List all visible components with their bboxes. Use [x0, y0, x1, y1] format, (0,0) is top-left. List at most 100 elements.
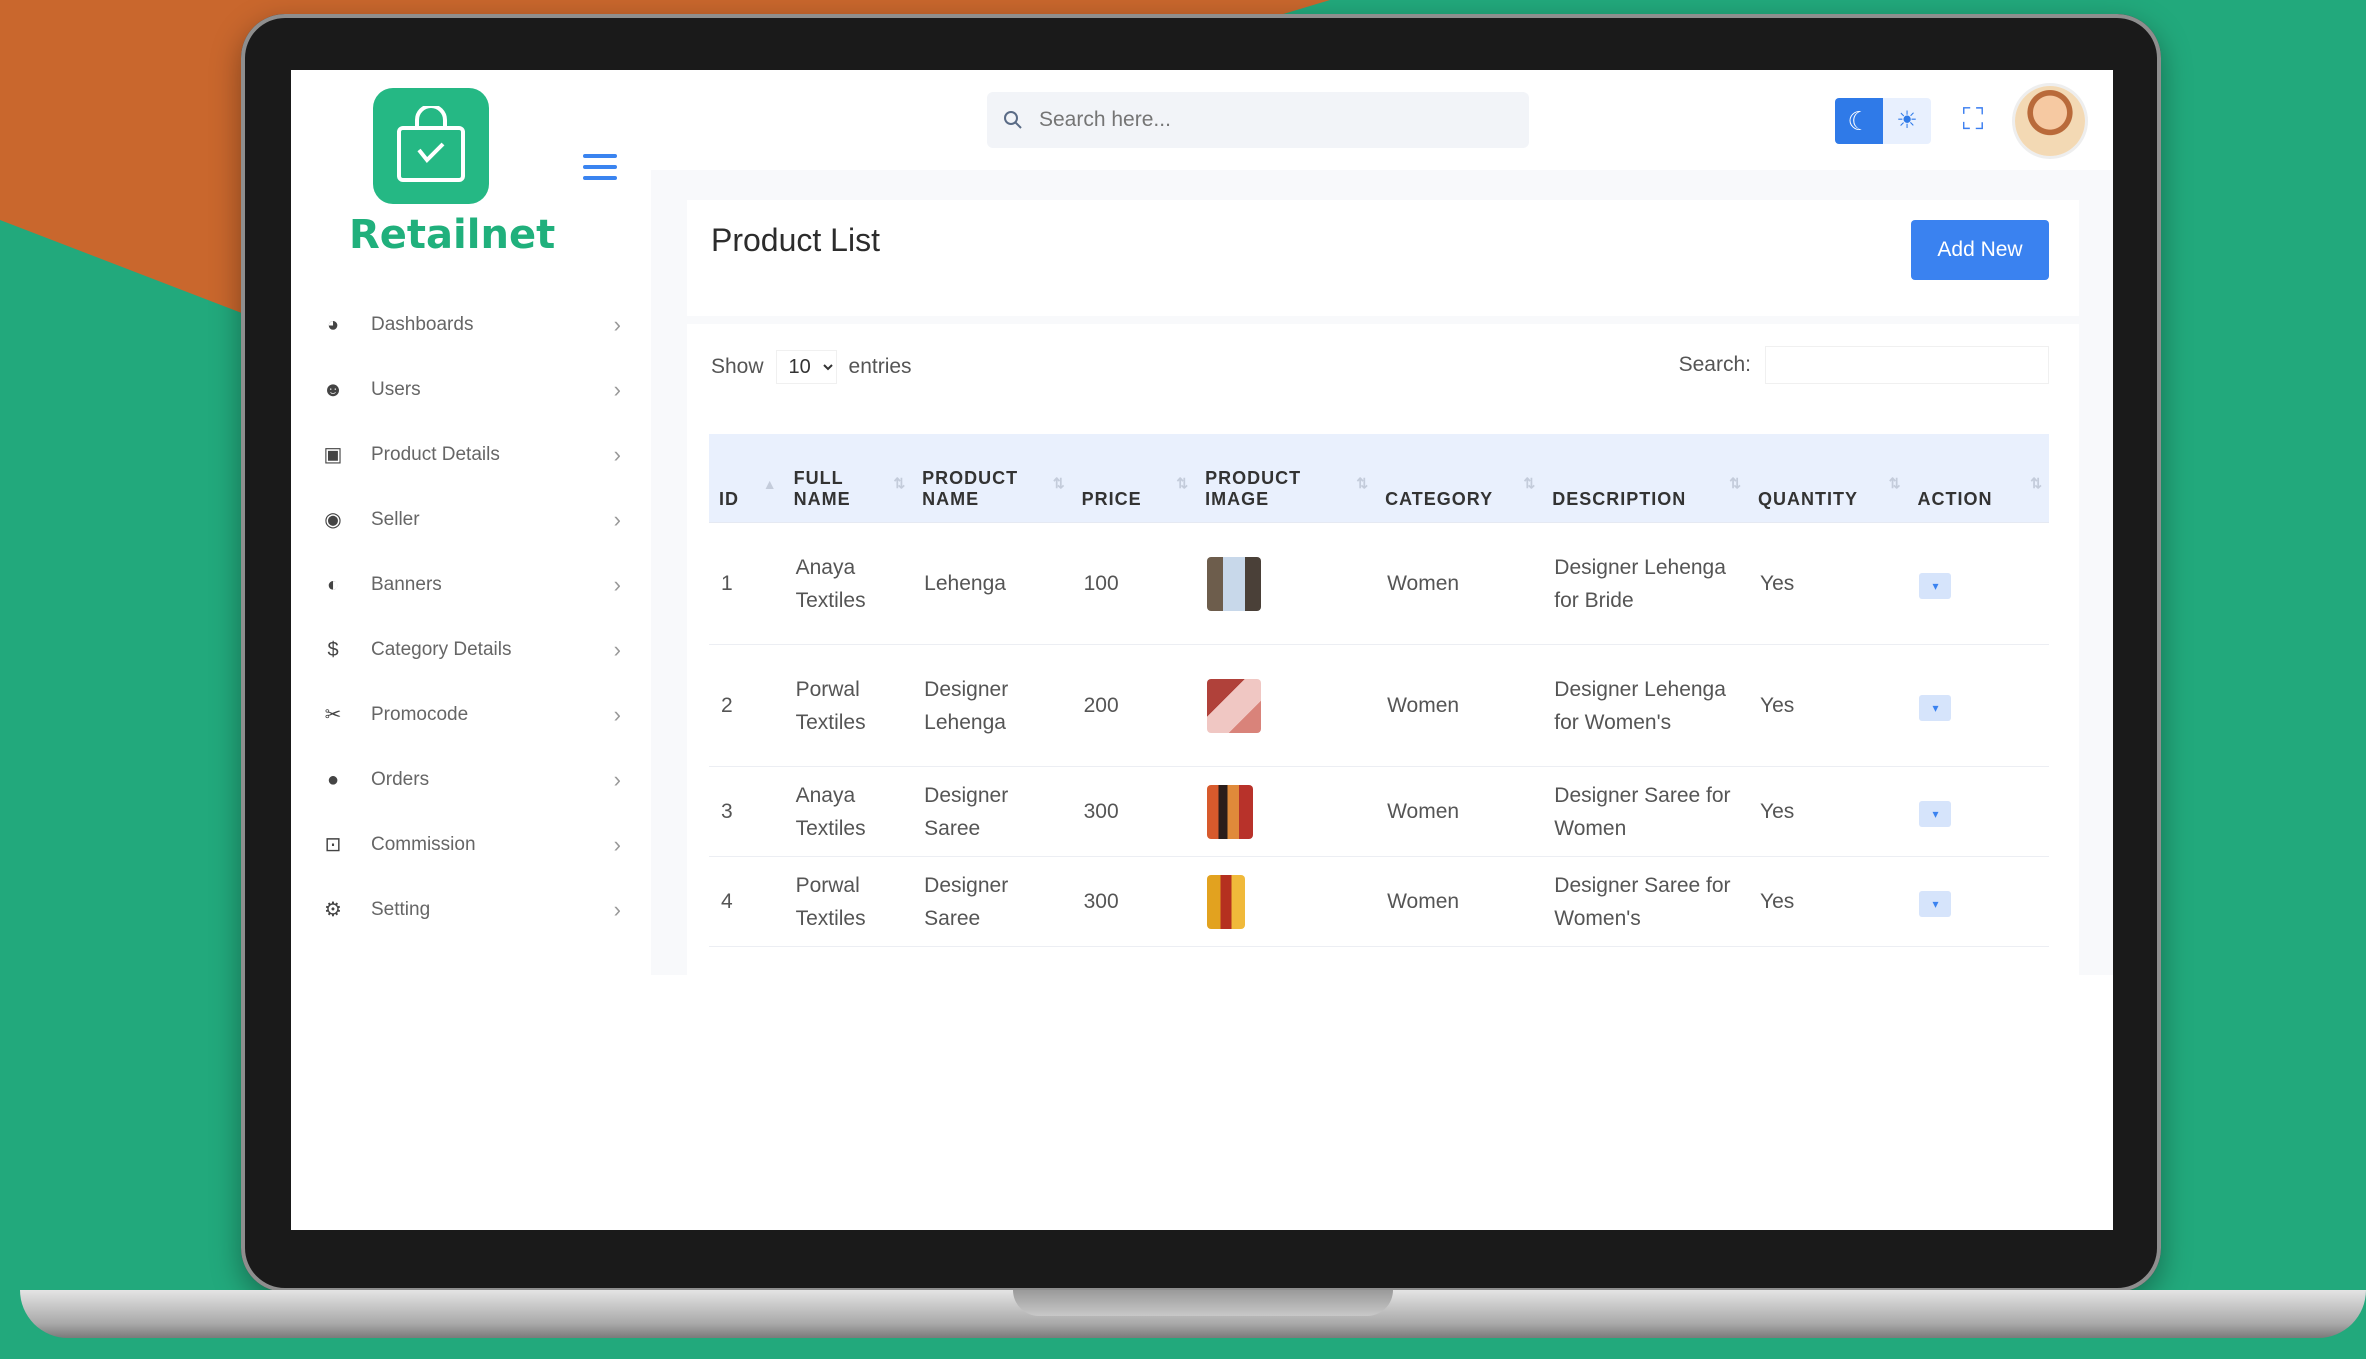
sidebar-item-users[interactable]: ☻ Users ›	[321, 357, 621, 422]
menu-toggle-icon[interactable]	[583, 154, 617, 184]
avatar[interactable]	[2015, 86, 2085, 156]
commission-icon: ⊡	[324, 833, 342, 856]
cell-price: 300	[1071, 856, 1196, 947]
chevron-right-icon: ›	[613, 831, 621, 857]
cell-quantity: Yes	[1748, 522, 1908, 645]
sidebar-item-label: Commission	[371, 833, 476, 855]
cell-description: Designer Lehenga for Bride	[1542, 522, 1749, 645]
sidebar-item-label: Category Details	[371, 638, 512, 660]
sidebar-item-commission[interactable]: ⊡ Commission ›	[321, 812, 621, 877]
cell-price: 200	[1071, 644, 1196, 767]
chevron-right-icon: ›	[613, 441, 621, 467]
row-action-button[interactable]: ▾	[1919, 891, 1952, 917]
column-header-description[interactable]: DESCRIPTION ⇅	[1542, 434, 1749, 523]
table-search-input[interactable]	[1765, 346, 2049, 384]
fullscreen-icon[interactable]: ⛶	[1955, 102, 1991, 138]
entries-control: Show 10 entries	[711, 350, 912, 384]
sidebar-item-label: Seller	[371, 508, 420, 530]
cell-id: 2	[709, 644, 784, 767]
column-header-id[interactable]: ID ▲	[709, 434, 784, 523]
table-search-label: Search:	[1678, 353, 1751, 376]
cell-action: ▾	[1907, 522, 2049, 645]
cell-full-name: Porwal Textiles	[783, 856, 913, 947]
sidebar-item-banners[interactable]: ◐ Banners ›	[321, 552, 621, 617]
sidebar: Retailnet ◕ Dashboards › ☻ Users › ▣ Pro…	[291, 70, 651, 950]
sidebar-item-label: Product Details	[371, 443, 500, 465]
chevron-right-icon: ›	[613, 636, 621, 662]
sidebar-item-promocode[interactable]: ✂ Promocode ›	[321, 682, 621, 747]
cell-product-image	[1195, 522, 1376, 645]
cell-description: Designer Lehenga for Women's	[1542, 644, 1749, 767]
column-header-category[interactable]: CATEGORY ⇅	[1375, 434, 1543, 523]
search-icon	[1004, 111, 1022, 129]
global-search	[987, 92, 1529, 148]
cell-product-image	[1195, 766, 1376, 857]
cell-id: 1	[709, 522, 784, 645]
chevron-right-icon: ›	[613, 311, 621, 337]
cell-quantity: Yes	[1748, 856, 1908, 947]
chevron-right-icon: ›	[613, 506, 621, 532]
moon-icon[interactable]: ☾	[1835, 98, 1883, 144]
cell-category: Women	[1375, 766, 1543, 857]
dashboard-icon: ◕	[326, 313, 340, 336]
cell-action: ▾	[1907, 856, 2049, 947]
product-image[interactable]	[1207, 784, 1254, 839]
entries-label: entries	[848, 355, 912, 378]
entries-select[interactable]: 10	[775, 350, 837, 384]
product-image[interactable]	[1207, 874, 1246, 929]
banner-icon: ◐	[326, 573, 340, 596]
chevron-right-icon: ›	[613, 701, 621, 727]
column-header-full-name[interactable]: FULL NAME ⇅	[783, 434, 913, 523]
column-header-product-image[interactable]: PRODUCT IMAGE ⇅	[1195, 434, 1376, 523]
sidebar-item-product-details[interactable]: ▣ Product Details ›	[321, 422, 621, 487]
row-action-button[interactable]: ▾	[1919, 801, 1952, 827]
sidebar-item-seller[interactable]: ◉ Seller ›	[321, 487, 621, 552]
shopping-bag-icon	[397, 106, 465, 182]
sidebar-item-label: Promocode	[371, 703, 469, 725]
product-image[interactable]	[1207, 678, 1262, 733]
cell-product-name: Lehenga	[912, 522, 1072, 645]
screen-blank-area	[291, 975, 2113, 1230]
theme-toggle[interactable]: ☾ ☀	[1835, 98, 1931, 144]
column-header-action[interactable]: ACTION ⇅	[1907, 434, 2049, 523]
cell-price: 300	[1071, 766, 1196, 857]
cell-description: Designer Saree for Women	[1542, 766, 1749, 857]
dollar-icon: $	[327, 638, 339, 661]
sidebar-item-orders[interactable]: ● Orders ›	[321, 747, 621, 812]
app-screen: Retailnet ◕ Dashboards › ☻ Users › ▣ Pro…	[291, 70, 2113, 1230]
sun-icon[interactable]: ☀	[1883, 98, 1931, 144]
chevron-right-icon: ›	[613, 896, 621, 922]
cell-quantity: Yes	[1748, 766, 1908, 857]
sidebar-item-dashboards[interactable]: ◕ Dashboards ›	[321, 292, 621, 357]
cell-full-name: Anaya Textiles	[783, 766, 913, 857]
brand-name: Retailnet	[349, 212, 556, 258]
cell-product-image	[1195, 644, 1376, 767]
tag-icon: ✂	[324, 703, 342, 726]
sidebar-item-setting[interactable]: ⚙ Setting ›	[321, 877, 621, 942]
cell-price: 100	[1071, 522, 1196, 645]
column-header-quantity[interactable]: QUANTITY ⇅	[1748, 434, 1908, 523]
cell-product-name: Designer Saree	[912, 766, 1072, 857]
seller-icon: ◉	[324, 508, 342, 531]
cell-product-name: Designer Saree	[912, 856, 1072, 947]
cell-product-image	[1195, 856, 1376, 947]
sidebar-item-category-details[interactable]: $ Category Details ›	[321, 617, 621, 682]
product-image[interactable]	[1207, 556, 1262, 611]
product-table: ID ▲ FULL NAME ⇅ PRODUCT NAME ⇅ PRICE ⇅ PROD…	[709, 434, 2049, 947]
table-row: 1 Anaya Textiles Lehenga 100 Women Desig…	[709, 522, 2049, 645]
table-row: 2 Porwal Textiles Designer Lehenga 200 W…	[709, 644, 2049, 767]
column-header-price[interactable]: PRICE ⇅	[1071, 434, 1196, 523]
column-header-product-name[interactable]: PRODUCT NAME ⇅	[912, 434, 1072, 523]
logo[interactable]	[373, 88, 489, 204]
add-new-button[interactable]: Add New	[1911, 220, 2049, 280]
box-icon: ▣	[323, 443, 343, 466]
cell-full-name: Anaya Textiles	[783, 522, 913, 645]
cell-quantity: Yes	[1748, 644, 1908, 767]
search-input[interactable]	[1037, 107, 1501, 133]
table-row: 3 Anaya Textiles Designer Saree 300 Wome…	[709, 766, 2049, 857]
users-icon: ☻	[322, 378, 344, 401]
row-action-button[interactable]: ▾	[1919, 573, 1952, 599]
row-action-button[interactable]: ▾	[1919, 695, 1952, 721]
sidebar-item-label: Dashboards	[371, 313, 474, 335]
sidebar-item-label: Setting	[371, 898, 431, 920]
